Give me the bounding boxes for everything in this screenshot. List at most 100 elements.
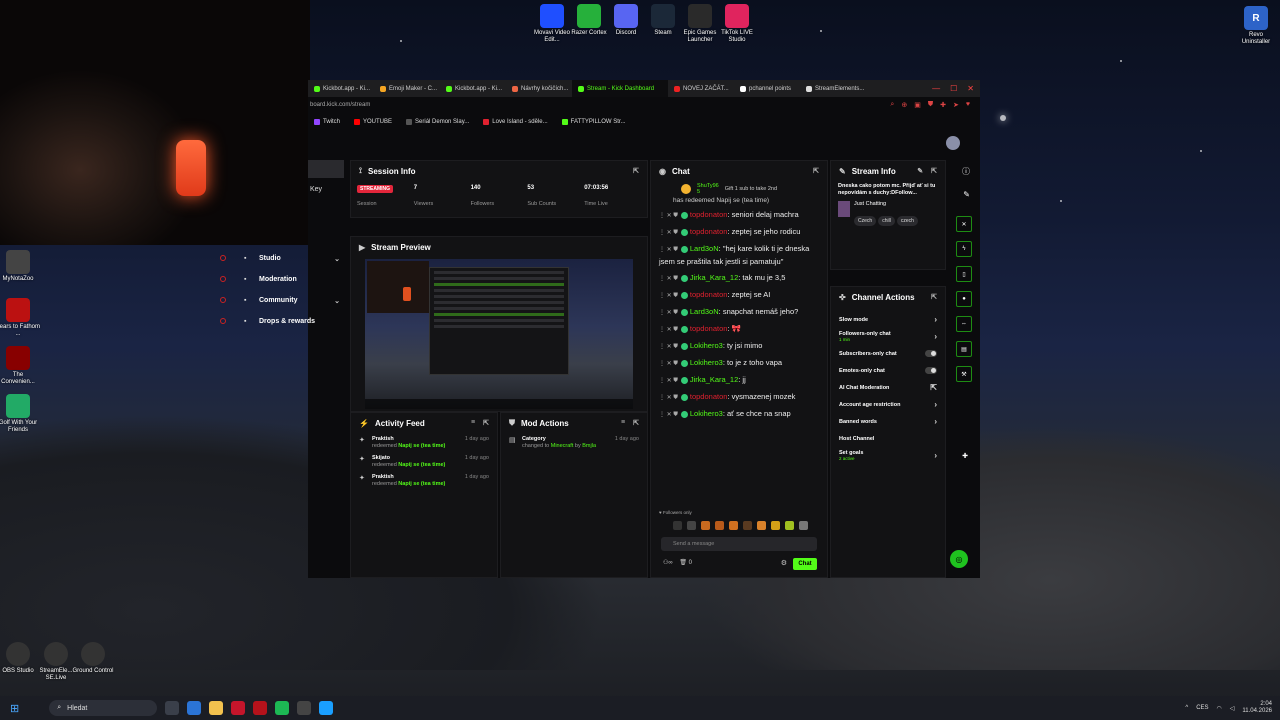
- screenshot-icon[interactable]: ▣: [914, 101, 921, 109]
- mod-tools-icon[interactable]: ⋮ ✕ ⛊: [659, 310, 678, 316]
- channel-action-set-goals[interactable]: Set goals 2 active ›: [831, 447, 945, 464]
- app-red-icon[interactable]: [253, 701, 268, 715]
- chevron-up-icon[interactable]: ^: [1185, 705, 1188, 711]
- url-text[interactable]: board.kick.com/stream: [310, 102, 370, 108]
- users-icon[interactable]: ⚇∞: [663, 560, 673, 566]
- filter-icon[interactable]: ≡: [471, 419, 475, 427]
- language-indicator[interactable]: CES: [1196, 705, 1208, 711]
- stream-tag[interactable]: chill: [878, 216, 895, 226]
- mod-tools-icon[interactable]: ⋮ ✕ ⛊: [659, 247, 678, 253]
- settings-icon[interactable]: ⚙: [781, 559, 787, 567]
- chat-username[interactable]: topdonaton: [690, 392, 728, 401]
- chat-message-input[interactable]: Send a message: [661, 537, 817, 551]
- browser-tab[interactable]: NOVEJ ZAČÁT...: [668, 80, 734, 97]
- desktop-icon-revo[interactable]: R Revo Uninstaller: [1234, 6, 1278, 46]
- file-explorer-icon[interactable]: [209, 701, 224, 715]
- pinned-gift-banner[interactable]: ShuTy96 5 Gift 1 sub to take 2nd: [651, 181, 827, 197]
- mod-tools-icon[interactable]: ⋮ ✕ ⛊: [659, 213, 678, 219]
- spotify-icon[interactable]: [275, 701, 290, 715]
- emote-icon[interactable]: [757, 521, 766, 530]
- phone-icon[interactable]: ▯: [956, 266, 972, 282]
- channel-action-account-age-restriction[interactable]: Account age restriction ›: [831, 396, 945, 413]
- mod-tools-icon[interactable]: ⋮ ✕ ⛊: [659, 344, 678, 350]
- edge-icon[interactable]: [187, 701, 202, 715]
- emote-icon[interactable]: [715, 521, 724, 530]
- lightning-icon[interactable]: ϟ: [956, 241, 972, 257]
- chat-username[interactable]: topdonaton: [690, 227, 728, 236]
- emote-icon[interactable]: [701, 521, 710, 530]
- nav-item-community[interactable]: ▪ Community ⌄: [210, 290, 350, 311]
- address-bar[interactable]: board.kick.com/stream ⌕ ⊕ ▣ ⛊ ✚ ➤ ♥: [308, 97, 980, 113]
- chat-username[interactable]: topdonaton: [690, 290, 728, 299]
- desktop-icon-tiktok[interactable]: TikTok LIVE Studio: [715, 4, 759, 44]
- stream-tag[interactable]: czech: [896, 216, 918, 226]
- steam-taskbar-icon[interactable]: [319, 701, 334, 715]
- bookmark-item[interactable]: Seriál Demon Slay...: [406, 118, 469, 125]
- popout-icon[interactable]: ⇱: [931, 167, 937, 175]
- desktop-icon-game[interactable]: The Convenien...: [0, 346, 40, 386]
- mod-tools-icon[interactable]: ⋮ ✕ ⛊: [659, 412, 678, 418]
- bookmark-item[interactable]: Twitch: [314, 118, 340, 125]
- emote-icon[interactable]: [729, 521, 738, 530]
- desktop-icon-app[interactable]: MyNotaZoo: [0, 250, 40, 283]
- bookmark-item[interactable]: YOUTUBE: [354, 118, 392, 125]
- channel-action-host-channel[interactable]: Host Channel: [831, 430, 945, 447]
- mod-tools-icon[interactable]: ⋮ ✕ ⛊: [659, 361, 678, 367]
- taskbar-search[interactable]: ⌕ Hledat: [49, 700, 158, 716]
- maximize-icon[interactable]: ☐: [950, 84, 957, 93]
- toggle-switch[interactable]: [925, 367, 937, 374]
- help-icon[interactable]: ◎: [950, 550, 968, 568]
- obs-taskbar-icon[interactable]: [297, 701, 312, 715]
- popout-icon[interactable]: ⇱: [483, 419, 489, 427]
- channel-action-followers-only-chat[interactable]: Followers-only chat 1 min ›: [831, 328, 945, 345]
- mod-tools-icon[interactable]: ⋮ ✕ ⛊: [659, 230, 678, 236]
- stream-preview-video[interactable]: [365, 259, 633, 409]
- nav-item-drops-rewards[interactable]: ▪ Drops & rewards: [210, 311, 350, 332]
- raid-icon[interactable]: ⇔: [956, 316, 972, 332]
- clock[interactable]: 2:04 11.04.2026: [1242, 701, 1272, 715]
- player-controls[interactable]: [365, 399, 633, 409]
- stream-tag[interactable]: Czech: [854, 216, 877, 226]
- nav-item-studio[interactable]: ▪ Studio ⌄: [210, 248, 350, 269]
- chat-bubble-icon[interactable]: ●: [956, 291, 972, 307]
- emote-icon[interactable]: [687, 521, 696, 530]
- emote-icon[interactable]: [673, 521, 682, 530]
- close-icon[interactable]: ✕: [967, 84, 974, 93]
- mod-tools-icon[interactable]: ⋮ ✕ ⛊: [659, 276, 678, 282]
- wifi-icon[interactable]: ◠: [1217, 705, 1222, 712]
- browser-tab[interactable]: pchannel points: [734, 80, 800, 97]
- mod-tools-icon[interactable]: ⋮ ✕ ⛊: [659, 293, 678, 299]
- browser-tab[interactable]: StreamElements...: [800, 80, 866, 97]
- task-view-icon[interactable]: [165, 701, 180, 715]
- nav-item-moderation[interactable]: ▪ Moderation: [210, 269, 350, 290]
- chat-username[interactable]: Jirka_Kara_12: [690, 375, 738, 384]
- desktop-icon-f2f[interactable]: Fears to Fathom ...: [0, 298, 40, 338]
- emote-icon[interactable]: [799, 521, 808, 530]
- info-icon[interactable]: ⓘ: [962, 166, 970, 177]
- edit-icon[interactable]: ✎: [917, 167, 923, 175]
- opera-gx-icon[interactable]: [231, 701, 246, 715]
- channel-action-banned-words[interactable]: Banned words ›: [831, 413, 945, 430]
- chat-username[interactable]: Lard3oN: [690, 244, 719, 253]
- toggle-switch[interactable]: [925, 350, 937, 357]
- emote-icon[interactable]: [743, 521, 752, 530]
- send-icon[interactable]: ➤: [953, 101, 959, 109]
- emote-icon[interactable]: [785, 521, 794, 530]
- translate-icon[interactable]: ⊕: [901, 101, 907, 109]
- add-widget-icon[interactable]: ✚: [962, 452, 968, 460]
- chat-username[interactable]: Lard3oN: [690, 307, 719, 316]
- browser-tab[interactable]: Stream - Kick Dashboard: [572, 80, 668, 97]
- trash-icon[interactable]: 🗑: [679, 560, 687, 566]
- heart-icon[interactable]: ♥: [966, 101, 970, 109]
- chat-username[interactable]: topdonaton: [690, 210, 728, 219]
- chat-username[interactable]: Lokihero3: [690, 358, 723, 367]
- chat-username[interactable]: Jirka_Kara_12: [690, 273, 738, 282]
- browser-tab[interactable]: Kickbot.app - Ki...: [440, 80, 506, 97]
- volume-icon[interactable]: ◁: [1230, 705, 1235, 712]
- save-icon[interactable]: ▤: [956, 341, 972, 357]
- mod-tools-icon[interactable]: ⋮ ✕ ⛊: [659, 395, 678, 401]
- tools-icon[interactable]: ⚒: [956, 366, 972, 382]
- chat-username[interactable]: Lokihero3: [690, 409, 723, 418]
- desktop-icon-ground-control[interactable]: Ground Control: [71, 642, 115, 675]
- avatar[interactable]: [946, 136, 960, 150]
